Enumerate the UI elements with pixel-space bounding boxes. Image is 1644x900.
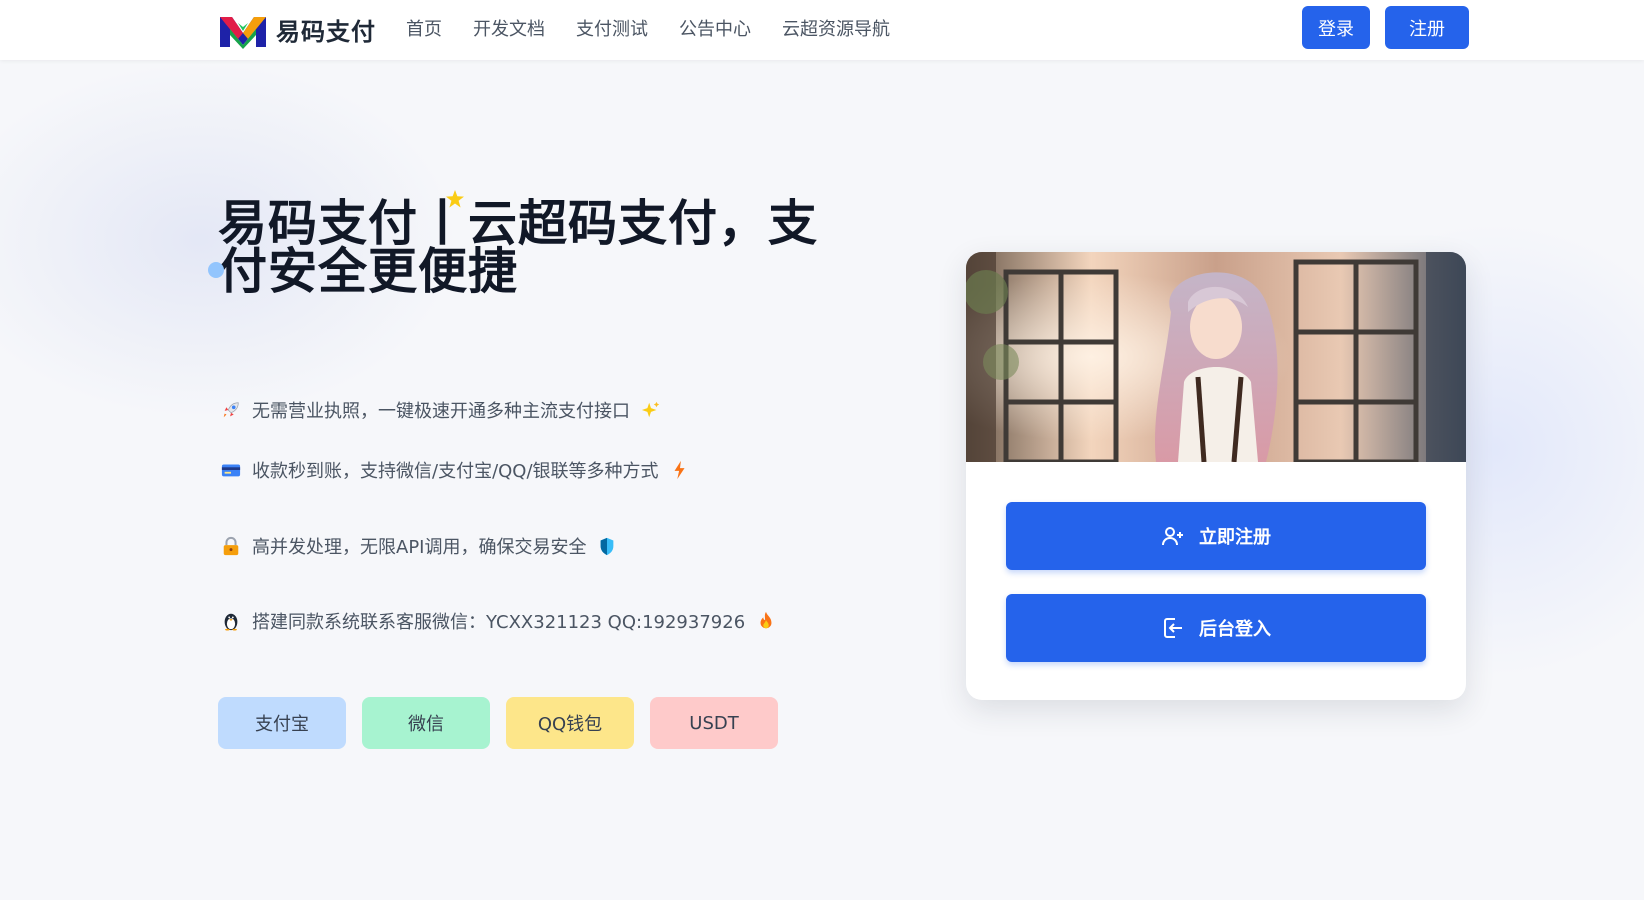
brand-logo[interactable]: 易码支付 <box>218 9 376 49</box>
signup-now-label: 立即注册 <box>1199 527 1271 548</box>
tag-usdt[interactable]: USDT <box>650 697 778 749</box>
feature-text: 高并发处理，无限API调用，确保交易安全 <box>252 537 587 558</box>
action-card: 立即注册 后台登入 <box>966 252 1466 700</box>
admin-login-button[interactable]: 后台登入 <box>1006 594 1426 662</box>
tag-qq-wallet[interactable]: QQ钱包 <box>506 697 634 749</box>
nav-link-home[interactable]: 首页 <box>406 15 442 41</box>
nav-link-pay-test[interactable]: 支付测试 <box>576 15 648 41</box>
admin-login-label: 后台登入 <box>1199 619 1271 640</box>
fire-icon <box>755 610 777 632</box>
brand-name: 易码支付 <box>276 16 376 46</box>
feature-item: 高并发处理，无限API调用，确保交易安全 <box>220 533 618 559</box>
lightning-icon <box>669 459 691 481</box>
feature-item: 无需营业执照，一键极速开通多种主流支付接口 <box>220 397 662 423</box>
feature-text: 搭建同款系统联系客服微信：YCXX321123 QQ:192937926 <box>252 612 746 633</box>
nav-link-announcements[interactable]: 公告中心 <box>679 15 751 41</box>
star-decoration-icon <box>446 190 464 208</box>
tag-wechat[interactable]: 微信 <box>362 697 490 749</box>
shield-icon <box>596 535 618 557</box>
nav-link-resource-nav[interactable]: 云超资源导航 <box>782 15 890 41</box>
hero-title: 易码支付丨云超码支付，支付安全更便捷 <box>218 195 819 300</box>
top-navbar: 易码支付 首页 开发文档 支付测试 公告中心 云超资源导航 登录 注册 <box>0 0 1644 60</box>
credit-card-icon <box>220 459 242 481</box>
dot-decoration <box>208 262 224 278</box>
penguin-icon <box>220 610 242 632</box>
hero-illustration <box>966 252 1466 462</box>
feature-text: 无需营业执照，一键极速开通多种主流支付接口 <box>252 401 630 422</box>
login-button[interactable]: 登录 <box>1302 6 1370 49</box>
rocket-icon <box>220 399 242 421</box>
nav-link-docs[interactable]: 开发文档 <box>473 15 545 41</box>
brand-logo-icon <box>220 17 266 49</box>
feature-text: 收款秒到账，支持微信/支付宝/QQ/银联等多种方式 <box>252 461 659 482</box>
login-arrow-icon <box>1164 618 1182 638</box>
lock-icon <box>220 535 242 557</box>
signup-now-button[interactable]: 立即注册 <box>1006 502 1426 570</box>
tag-alipay[interactable]: 支付宝 <box>218 697 346 749</box>
sparkles-icon <box>640 399 662 421</box>
main-nav: 首页 开发文档 支付测试 公告中心 云超资源导航 <box>406 0 890 56</box>
add-user-icon <box>1162 527 1183 546</box>
payment-method-tags: 支付宝 微信 QQ钱包 USDT <box>218 697 778 749</box>
register-button[interactable]: 注册 <box>1385 6 1469 49</box>
feature-item: 搭建同款系统联系客服微信：YCXX321123 QQ:192937926 <box>220 608 777 634</box>
feature-item: 收款秒到账，支持微信/支付宝/QQ/银联等多种方式 <box>220 457 691 483</box>
